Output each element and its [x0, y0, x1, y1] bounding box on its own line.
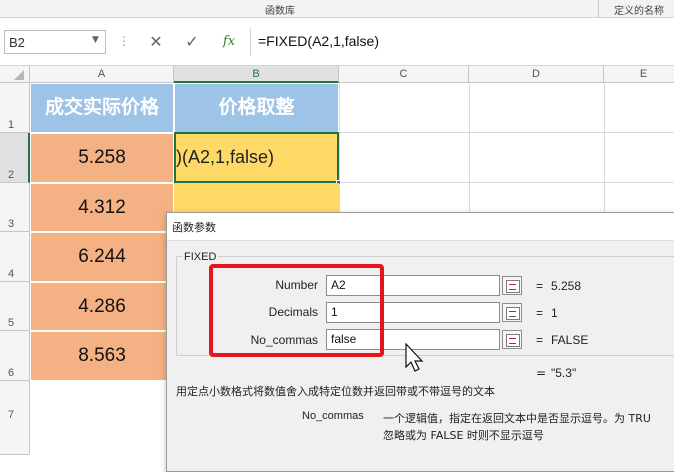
grid-line — [469, 83, 470, 213]
column-header-a[interactable]: A — [30, 66, 174, 83]
range-select-icon[interactable] — [502, 303, 522, 322]
cell-b1[interactable]: 价格取整 — [174, 83, 339, 133]
insert-function-button[interactable]: fx — [218, 32, 240, 52]
row-number: 7 — [8, 409, 15, 421]
arg-result-decimals: 1 — [551, 306, 558, 320]
cell-a1[interactable]: 成交实际价格 — [30, 83, 174, 133]
ribbon-divider — [598, 0, 599, 18]
column-header-e[interactable]: E — [604, 66, 674, 83]
column-header-d[interactable]: D — [469, 66, 604, 83]
parameter-description-line-1: 一个逻辑值，指定在返回文本中是否显示逗号。为 TRU — [383, 412, 651, 425]
row-number: 6 — [8, 367, 15, 379]
grid-line — [604, 83, 605, 213]
parameter-description-line-2: 忽略或为 FALSE 时则不显示逗号 — [383, 429, 544, 442]
column-header-c[interactable]: C — [339, 66, 469, 83]
row-header-5[interactable]: 5 — [0, 282, 30, 331]
formula-bar-grip-icon: ⋮ — [118, 34, 130, 48]
cell-a6[interactable]: 8.563 — [30, 331, 174, 381]
arg-result-number: 5.258 — [551, 279, 582, 293]
range-select-icon[interactable] — [502, 330, 522, 349]
row-header-6[interactable]: 6 — [0, 331, 30, 381]
row-number: 4 — [8, 268, 15, 280]
row-header-4[interactable]: 4 — [0, 232, 30, 282]
row-header-2[interactable]: 2 — [0, 133, 30, 183]
range-select-icon[interactable] — [502, 276, 522, 295]
arg-result-no-commas: FALSE — [551, 333, 589, 347]
formula-bar-divider — [250, 28, 251, 56]
function-name: FIXED — [182, 251, 219, 263]
cell-a3[interactable]: 4.312 — [30, 183, 174, 232]
row-number: 1 — [8, 119, 15, 131]
name-box-dropdown-icon[interactable]: ▼ — [92, 35, 99, 45]
ribbon-group-function-library: 函数库 — [265, 6, 295, 17]
row-header-1[interactable]: 1 — [0, 83, 30, 133]
annotation-highlight-box — [209, 264, 384, 357]
grid-line — [339, 83, 340, 213]
formula-result: "5.3" — [551, 366, 577, 380]
ribbon-group-defined-names: 定义的名称 — [614, 6, 664, 17]
cell-a2[interactable]: 5.258 — [30, 133, 174, 183]
grid-line — [339, 132, 674, 133]
ribbon-strip — [0, 0, 674, 18]
grid-line — [339, 182, 674, 183]
function-description: 用定点小数格式将数值舍入成特定位数并返回带或不带逗号的文本 — [176, 385, 495, 398]
cell-a5[interactable]: 4.286 — [30, 282, 174, 331]
row-number: 2 — [8, 169, 15, 181]
current-parameter-name: No_commas — [302, 410, 364, 422]
row-header-7[interactable]: 7 — [0, 381, 30, 455]
row-number: 5 — [8, 317, 15, 329]
cell-b2-selected[interactable]: )(A2,1,false) — [174, 132, 339, 183]
row-header-3[interactable]: 3 — [0, 183, 30, 232]
cell-b3[interactable] — [174, 183, 339, 213]
select-all-triangle-icon — [14, 70, 24, 80]
cancel-formula-button[interactable]: ✕ — [146, 32, 166, 52]
equals-sign: = — [536, 279, 544, 293]
column-header-b[interactable]: B — [174, 66, 339, 83]
mouse-cursor-icon — [405, 343, 424, 372]
formula-input[interactable]: =FIXED(A2,1,false) — [258, 33, 379, 49]
dialog-titlebar[interactable] — [167, 213, 674, 241]
equals-sign: = — [536, 366, 547, 380]
equals-sign: = — [536, 306, 544, 320]
dialog-title: 函数参数 — [172, 221, 216, 234]
equals-sign: = — [536, 333, 544, 347]
cell-a4[interactable]: 6.244 — [30, 232, 174, 282]
enter-formula-button[interactable]: ✓ — [182, 32, 202, 52]
name-box-value: B2 — [9, 35, 25, 50]
row-number: 3 — [8, 218, 15, 230]
